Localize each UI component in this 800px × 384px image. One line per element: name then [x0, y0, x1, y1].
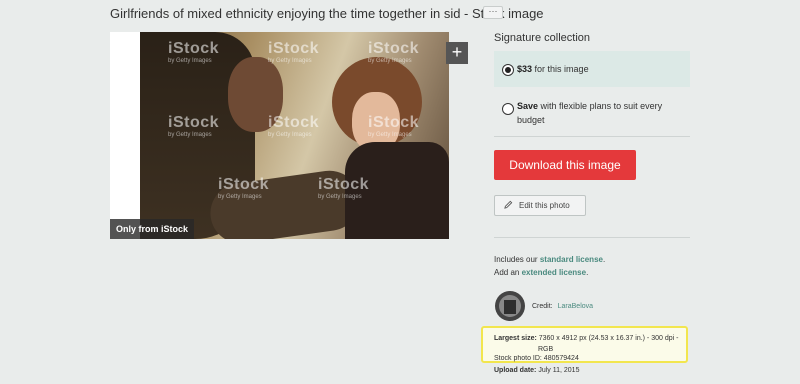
edit-label: Edit this photo	[519, 201, 570, 210]
edit-photo-button[interactable]: Edit this photo	[494, 195, 586, 216]
watermark: iStock by Getty Images	[168, 114, 220, 138]
watermark: iStock by Getty Images	[268, 114, 320, 138]
photographer-link[interactable]: LaraBelova	[558, 303, 593, 310]
watermark: iStock by Getty Images	[368, 114, 420, 138]
more-options-button[interactable]: ···	[483, 6, 503, 19]
option-label: Save with flexible plans to suit every b…	[517, 101, 663, 125]
divider	[494, 136, 690, 137]
collection-title: Signature collection	[494, 32, 591, 44]
stock-photo: iStock by Getty Images iStock by Getty Ima…	[140, 32, 449, 239]
download-button[interactable]: Download this image	[494, 150, 636, 180]
price-option-single[interactable]: $33 for this image	[494, 51, 690, 87]
pencil-icon	[504, 200, 513, 209]
exclusive-badge: Only from iStock	[110, 219, 194, 239]
radio-selected[interactable]	[502, 64, 514, 76]
add-to-board-button[interactable]: +	[446, 42, 468, 64]
avatar[interactable]	[495, 291, 525, 321]
watermark: iStock by Getty Images	[218, 176, 270, 200]
upload-date: Upload date: July 11, 2015	[494, 367, 580, 374]
image-preview[interactable]: iStock by Getty Images iStock by Getty Ima…	[110, 32, 449, 239]
price-option-plan[interactable]: Save with flexible plans to suit every b…	[494, 94, 690, 134]
stock-photo-id: Stock photo ID: 480579424	[494, 355, 579, 362]
extended-license-link[interactable]: extended license	[522, 268, 586, 277]
page-title: Girlfriends of mixed ethnicity enjoying …	[110, 6, 544, 21]
license-line: Add an extended license.	[494, 268, 589, 277]
standard-license-link[interactable]: standard license	[540, 255, 603, 264]
watermark: iStock by Getty Images	[268, 40, 320, 64]
watermark: iStock by Getty Images	[368, 40, 420, 64]
option-label: $33 for this image	[517, 64, 589, 74]
largest-size: Largest size: 7360 x 4912 px (24.53 x 16…	[494, 335, 679, 353]
divider	[494, 237, 690, 238]
credit: Credit: LaraBelova	[532, 303, 594, 310]
radio-unselected[interactable]	[502, 103, 514, 115]
license-line: Includes our standard license.	[494, 255, 606, 264]
watermark: iStock by Getty Images	[318, 176, 370, 200]
watermark: iStock by Getty Images	[168, 40, 220, 64]
